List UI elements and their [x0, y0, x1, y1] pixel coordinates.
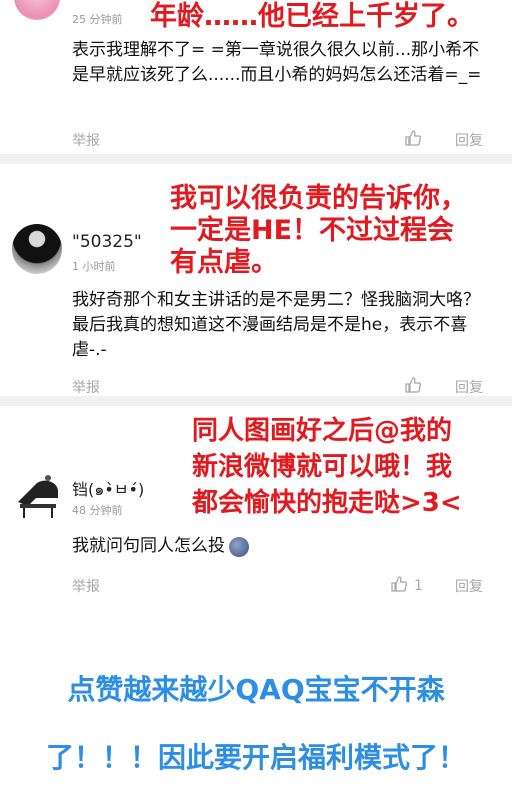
comment-time: 48 分钟前: [72, 504, 123, 517]
avatar[interactable]: [14, 0, 60, 20]
footer-message-line2: 了！！！因此要开启福利模式了！: [45, 741, 466, 774]
divider: [0, 154, 512, 164]
comment-text: 我好奇那个和女主讲话的是不是男二？怪我脑洞大咯？最后我真的想知道这不漫画结局是不…: [72, 290, 480, 360]
emoji-icon: [229, 536, 249, 557]
avatar[interactable]: [12, 224, 62, 274]
comment-text: 表示我理解不了= =第一章说很久很久以前...那小希不是早就应该死了么.....…: [72, 40, 482, 85]
thumbs-up-icon: [390, 575, 408, 597]
reply-button[interactable]: 回复: [455, 576, 483, 596]
thumbs-up-icon: [404, 129, 422, 151]
divider: [0, 396, 512, 406]
comment-time: 1 小时前: [72, 260, 116, 273]
username[interactable]: "50325": [72, 232, 142, 252]
like-count: 1: [414, 578, 423, 594]
thumbs-up-icon: [404, 376, 422, 398]
annotation-age: 年龄……他已经上千岁了。: [150, 1, 474, 32]
reply-button[interactable]: 回复: [455, 130, 483, 150]
report-button[interactable]: 举报: [72, 377, 100, 397]
avatar[interactable]: [12, 468, 64, 520]
report-button[interactable]: 举报: [72, 130, 100, 150]
annotation-fanart-line3: 都会愉快的抱走哒>3<: [192, 488, 462, 518]
comment-text: 我就问句同人怎么投: [72, 534, 492, 559]
annotation-fanart-line1: 同人图画好之后@我的: [192, 416, 453, 446]
like-button[interactable]: [404, 377, 444, 397]
username[interactable]: 铛(๑•̀ㅂ•́): [72, 476, 144, 503]
like-button[interactable]: 1: [390, 576, 430, 596]
comment-text-content: 我就问句同人怎么投: [72, 536, 225, 556]
comment-time: 25 分钟前: [72, 13, 123, 26]
annotation-fanart-line2: 新浪微博就可以哦！我: [192, 452, 453, 482]
piano-icon: [18, 475, 58, 518]
like-button[interactable]: [404, 130, 444, 150]
report-button[interactable]: 举报: [72, 576, 100, 596]
annotation-he-line3: 有点虐。: [170, 247, 278, 278]
reply-button[interactable]: 回复: [455, 377, 483, 397]
footer-message-line1: 点赞越来越少QAQ宝宝不开森: [67, 673, 445, 706]
